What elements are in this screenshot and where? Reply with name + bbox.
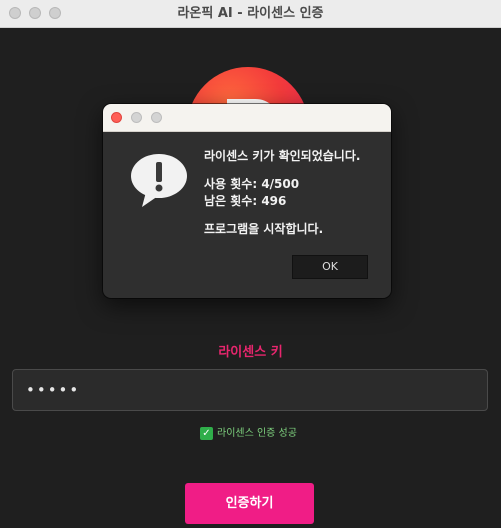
window-titlebar: 라온픽 AI - 라이센스 인증 [0,0,501,28]
license-key-input[interactable]: ••••• [12,369,488,411]
alert-bubble-icon [131,154,187,207]
dialog-close-button[interactable] [111,112,122,123]
authenticate-button[interactable]: 인증하기 [185,483,314,524]
ok-button[interactable]: OK [292,255,368,279]
auth-status: ✓ 라이센스 인증 성공 [200,426,297,442]
dialog-line-usage: 사용 횟수: 4/500 [204,177,300,191]
dialog-minimize-button [131,112,142,123]
license-confirm-dialog: 라이센스 키가 확인되었습니다. 사용 횟수: 4/500 남은 횟수: 496… [103,104,391,298]
check-icon: ✓ [200,426,213,440]
dialog-line-start: 프로그램을 시작합니다. [204,222,324,236]
dialog-line-remaining: 남은 횟수: 496 [204,194,287,208]
dialog-message: 라이센스 키가 확인되었습니다. 사용 횟수: 4/500 남은 횟수: 496… [204,148,360,238]
dialog-line-confirmed: 라이센스 키가 확인되었습니다. [204,149,361,163]
auth-status-text: 라이센스 인증 성공 [217,428,297,439]
window-title: 라온픽 AI - 라이센스 인증 [177,6,324,21]
app-window: 라온픽 AI - 라이센스 인증 라이센스 키 ••••• ✓ 라이센스 인증 성… [0,0,501,528]
license-key-label: 라이센스 키 [218,345,283,360]
dialog-titlebar [103,104,391,132]
dialog-zoom-button [151,112,162,123]
